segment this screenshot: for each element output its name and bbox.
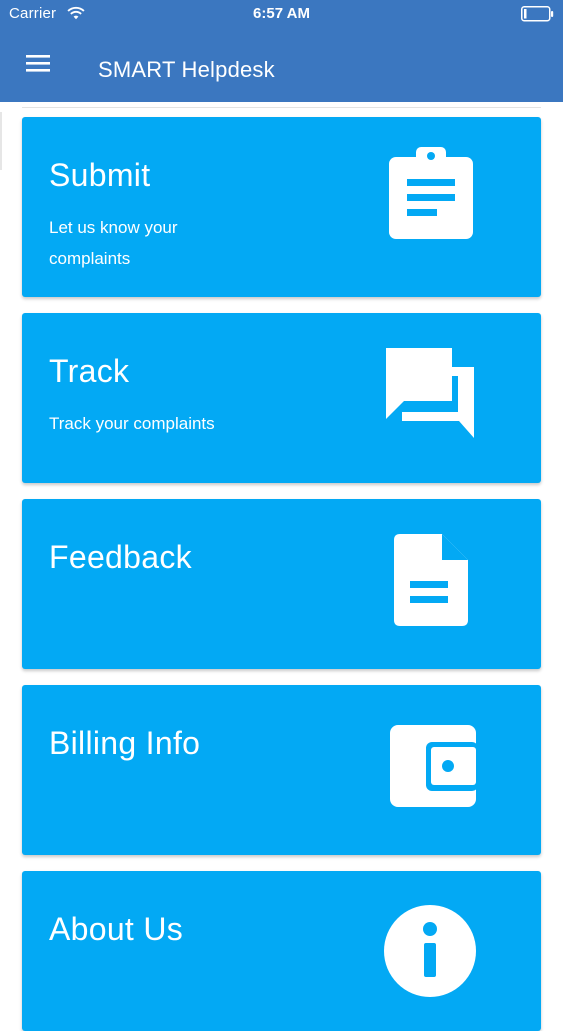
billing-info-card[interactable]: Billing Info xyxy=(22,685,541,855)
about-us-card[interactable]: About Us xyxy=(22,871,541,1031)
feedback-card[interactable]: Feedback xyxy=(22,499,541,669)
card-title: Billing Info xyxy=(49,725,201,761)
track-card[interactable]: Track Track your complaints xyxy=(22,313,541,483)
card-subtitle: Let us know your complaints xyxy=(49,218,178,268)
chat-bubbles-icon xyxy=(386,348,474,438)
wallet-icon xyxy=(390,725,476,807)
card-title: Submit xyxy=(49,157,151,193)
menu-cards: Submit Let us know your complaints Track… xyxy=(0,0,563,1031)
card-subtitle: Track your complaints xyxy=(49,414,215,433)
card-title: Track xyxy=(49,353,130,389)
clipboard-icon xyxy=(389,147,473,239)
document-icon xyxy=(394,534,468,626)
card-title: About Us xyxy=(49,911,184,947)
info-icon xyxy=(384,905,476,997)
card-title: Feedback xyxy=(49,539,192,575)
submit-card[interactable]: Submit Let us know your complaints xyxy=(22,117,541,297)
